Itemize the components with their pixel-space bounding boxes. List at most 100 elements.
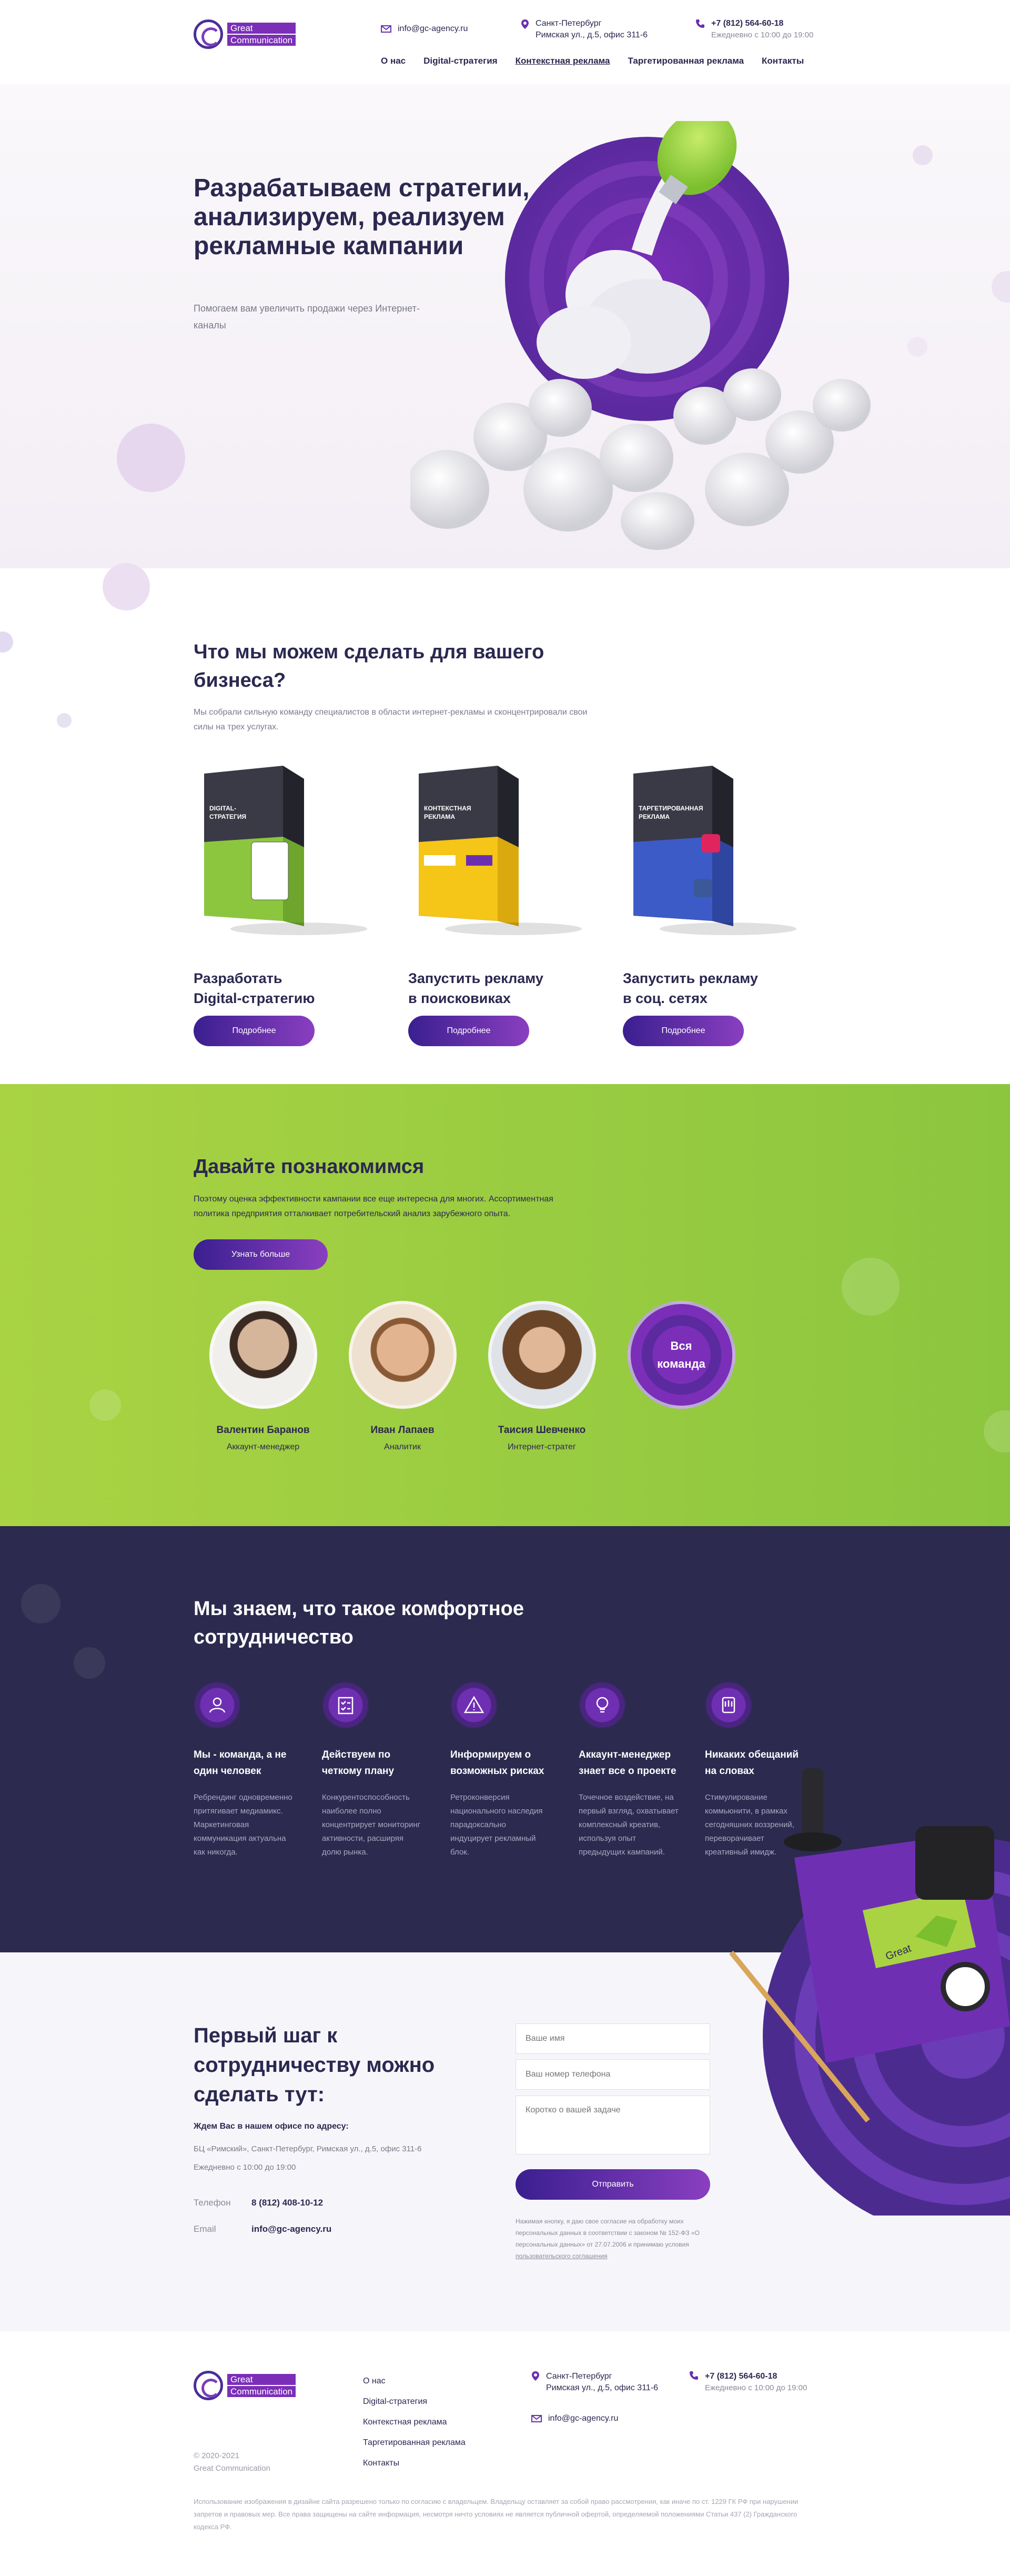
decor-circle	[89, 1389, 121, 1421]
decor-circle	[992, 271, 1010, 303]
nav-context-ads[interactable]: Контекстная реклама	[516, 56, 610, 66]
hero-section: Разрабатываем стратегии, анализируем, ре…	[0, 84, 1010, 610]
lightbulb-icon	[579, 1681, 626, 1729]
member-role: Аналитик	[384, 1442, 421, 1451]
site-footer: Great Communication © 2020-2021 Great Co…	[0, 2331, 1010, 2576]
all-team-label: Вся команда	[657, 1339, 705, 1370]
member-name: Иван Лапаев	[370, 1425, 435, 1436]
decor-circle	[103, 563, 150, 610]
mail-icon	[381, 25, 391, 33]
office-address: БЦ «Римский», Санкт-Петербург, Римская у…	[194, 2144, 422, 2153]
phone-icon	[690, 2371, 698, 2380]
footer-nav-about[interactable]: О нас	[363, 2371, 466, 2391]
feature-title: Мы - команда, а не один человек	[194, 1749, 287, 1777]
feature-text: Конкурентоспособность наиболее полно кон…	[322, 1793, 421, 1857]
hero-subtitle: Помогаем вам увеличить продажи через Инт…	[194, 303, 420, 330]
footer-nav-digital[interactable]: Digital-стратегия	[363, 2391, 466, 2412]
office-hours: Ежедневно с 10:00 до 19:00	[194, 2163, 296, 2172]
team-member[interactable]: Валентин Баранов Аккаунт-менеджер	[195, 1301, 331, 1452]
team-member[interactable]: Таисия Шевченко Интернет-стратег	[473, 1301, 610, 1452]
main-nav: О нас Digital-стратегия Контекстная рекл…	[381, 56, 804, 66]
nav-target-ads[interactable]: Таргетированная реклама	[628, 56, 744, 66]
service-more-button[interactable]: Подробнее	[194, 1016, 315, 1046]
member-name: Валентин Баранов	[216, 1425, 310, 1436]
office-heading: Ждем Вас в нашем офисе по адресу:	[194, 2122, 349, 2131]
learn-more-button[interactable]: Узнать больше	[194, 1239, 328, 1270]
features-title: Мы знаем, что такое комфортное сотруднич…	[194, 1598, 524, 1648]
footer-address: Санкт-Петербург Римская ул., д.5, офис 31…	[531, 2371, 658, 2394]
service-more-button[interactable]: Подробнее	[408, 1016, 529, 1046]
header-street: Римская ул., д.5, офис 311-6	[536, 31, 648, 39]
copyright: © 2020-2021 Great Communication	[194, 2451, 270, 2473]
all-team-link[interactable]: Вся команда	[613, 1301, 750, 1409]
phone-label: Телефон	[194, 2198, 231, 2208]
consent-link[interactable]: пользовательского соглашения	[516, 2252, 608, 2260]
team-icon	[194, 1681, 241, 1729]
footer-nav: О нас Digital-стратегия Контекстная рекл…	[363, 2371, 466, 2473]
task-textarea[interactable]	[516, 2096, 710, 2154]
decor-circle	[984, 1410, 1010, 1452]
contact-email-row: Email info@gc-agency.ru	[194, 2224, 331, 2234]
feature-item: Мы - команда, а не один человек Ребренди…	[194, 1681, 294, 1859]
svg-text:СТРАТЕГИЯ: СТРАТЕГИЯ	[209, 813, 246, 820]
decor-circle	[57, 713, 72, 728]
svg-text:РЕКЛАМА: РЕКЛАМА	[424, 813, 455, 820]
feature-item: Информируем о возможных рисках Ретроконв…	[450, 1681, 550, 1859]
footer-nav-contacts[interactable]: Контакты	[363, 2453, 466, 2473]
phone-icon	[696, 19, 704, 28]
header-email[interactable]: info@gc-agency.ru	[381, 23, 468, 35]
decor-circle	[117, 424, 185, 492]
legal-disclaimer: Использование изображения в дизайне сайт…	[194, 2498, 799, 2531]
team-section: Давайте познакомимся Поэтому оценка эффе…	[0, 1084, 1010, 1526]
header-phone-number: +7 (812) 564-60-18	[711, 19, 784, 28]
location-pin-icon	[532, 2371, 539, 2381]
member-role: Аккаунт-менеджер	[226, 1442, 300, 1451]
decor-circle	[74, 1647, 105, 1679]
footer-phone[interactable]: +7 (812) 564-60-18 Ежедневно с 10:00 до 1…	[689, 2371, 807, 2394]
header-phone[interactable]: +7 (812) 564-60-18 Ежедневно с 10:00 до 1…	[695, 18, 813, 41]
digital-box-image: DIGITAL- СТРАТЕГИЯ	[204, 766, 367, 935]
target-box-image: ТАРГЕТИРОВАННАЯ РЕКЛАМА	[633, 766, 796, 935]
header-city: Санкт-Петербург	[536, 19, 602, 28]
logo[interactable]: Great Communication	[194, 19, 296, 49]
feature-text: Ретроконверсия национального наследия па…	[450, 1793, 543, 1857]
phone-input[interactable]	[516, 2059, 710, 2090]
brand-illustration: Great	[729, 1768, 1010, 2216]
service-more-button[interactable]: Подробнее	[623, 1016, 744, 1046]
contact-title: Первый шаг к сотрудничеству можно сделат…	[194, 2024, 435, 2106]
header-email-text: info@gc-agency.ru	[398, 24, 468, 33]
nav-contacts[interactable]: Контакты	[762, 56, 804, 66]
logo-text-line1: Great	[227, 2374, 296, 2385]
footer-logo[interactable]: Great Communication	[194, 2371, 296, 2400]
logo-icon	[194, 19, 223, 49]
footer-nav-target[interactable]: Таргетированная реклама	[363, 2432, 466, 2453]
submit-button[interactable]: Отправить	[516, 2169, 710, 2200]
contact-phone[interactable]: 8 (812) 408-10-12	[251, 2198, 323, 2208]
feature-title: Информируем о возможных рисках	[450, 1749, 544, 1777]
header-address: Санкт-Петербург Римская ул., д.5, офис 31…	[521, 18, 648, 41]
feature-title: Действуем по четкому плану	[322, 1749, 395, 1777]
footer-nav-context[interactable]: Контекстная реклама	[363, 2412, 466, 2432]
nav-digital-strategy[interactable]: Digital-стратегия	[423, 56, 497, 66]
contact-email[interactable]: info@gc-agency.ru	[251, 2224, 331, 2234]
mail-icon	[531, 2415, 542, 2422]
page: Разрабатываем стратегии, анализируем, ре…	[0, 0, 1010, 2576]
name-input[interactable]	[516, 2023, 710, 2054]
logo-text-line1: Great	[227, 23, 296, 34]
location-pin-icon	[521, 19, 529, 29]
team-text: Поэтому оценка эффективности кампании вс…	[194, 1195, 553, 1218]
services-text: Мы собрали сильную команду специалистов …	[194, 708, 588, 731]
warning-icon	[450, 1681, 498, 1729]
services-title: Что мы можем сделать для вашего бизнеса?	[194, 641, 544, 691]
site-header: Great Communication info@gc-agency.ru Са…	[0, 0, 1010, 84]
team-title: Давайте познакомимся	[194, 1156, 425, 1178]
footer-email[interactable]: info@gc-agency.ru	[531, 2413, 618, 2424]
nav-about[interactable]: О нас	[381, 56, 406, 66]
feature-text: Ребрендинг одновременно притягивает меди…	[194, 1793, 292, 1857]
logo-icon	[194, 2371, 223, 2400]
checklist-icon	[322, 1681, 369, 1729]
contact-phone-row: Телефон 8 (812) 408-10-12	[194, 2198, 323, 2208]
svg-text:ТАРГЕТИРОВАННАЯ: ТАРГЕТИРОВАННАЯ	[639, 805, 703, 812]
decor-circle	[0, 632, 13, 653]
team-member[interactable]: Иван Лапаев Аналитик	[334, 1301, 471, 1452]
